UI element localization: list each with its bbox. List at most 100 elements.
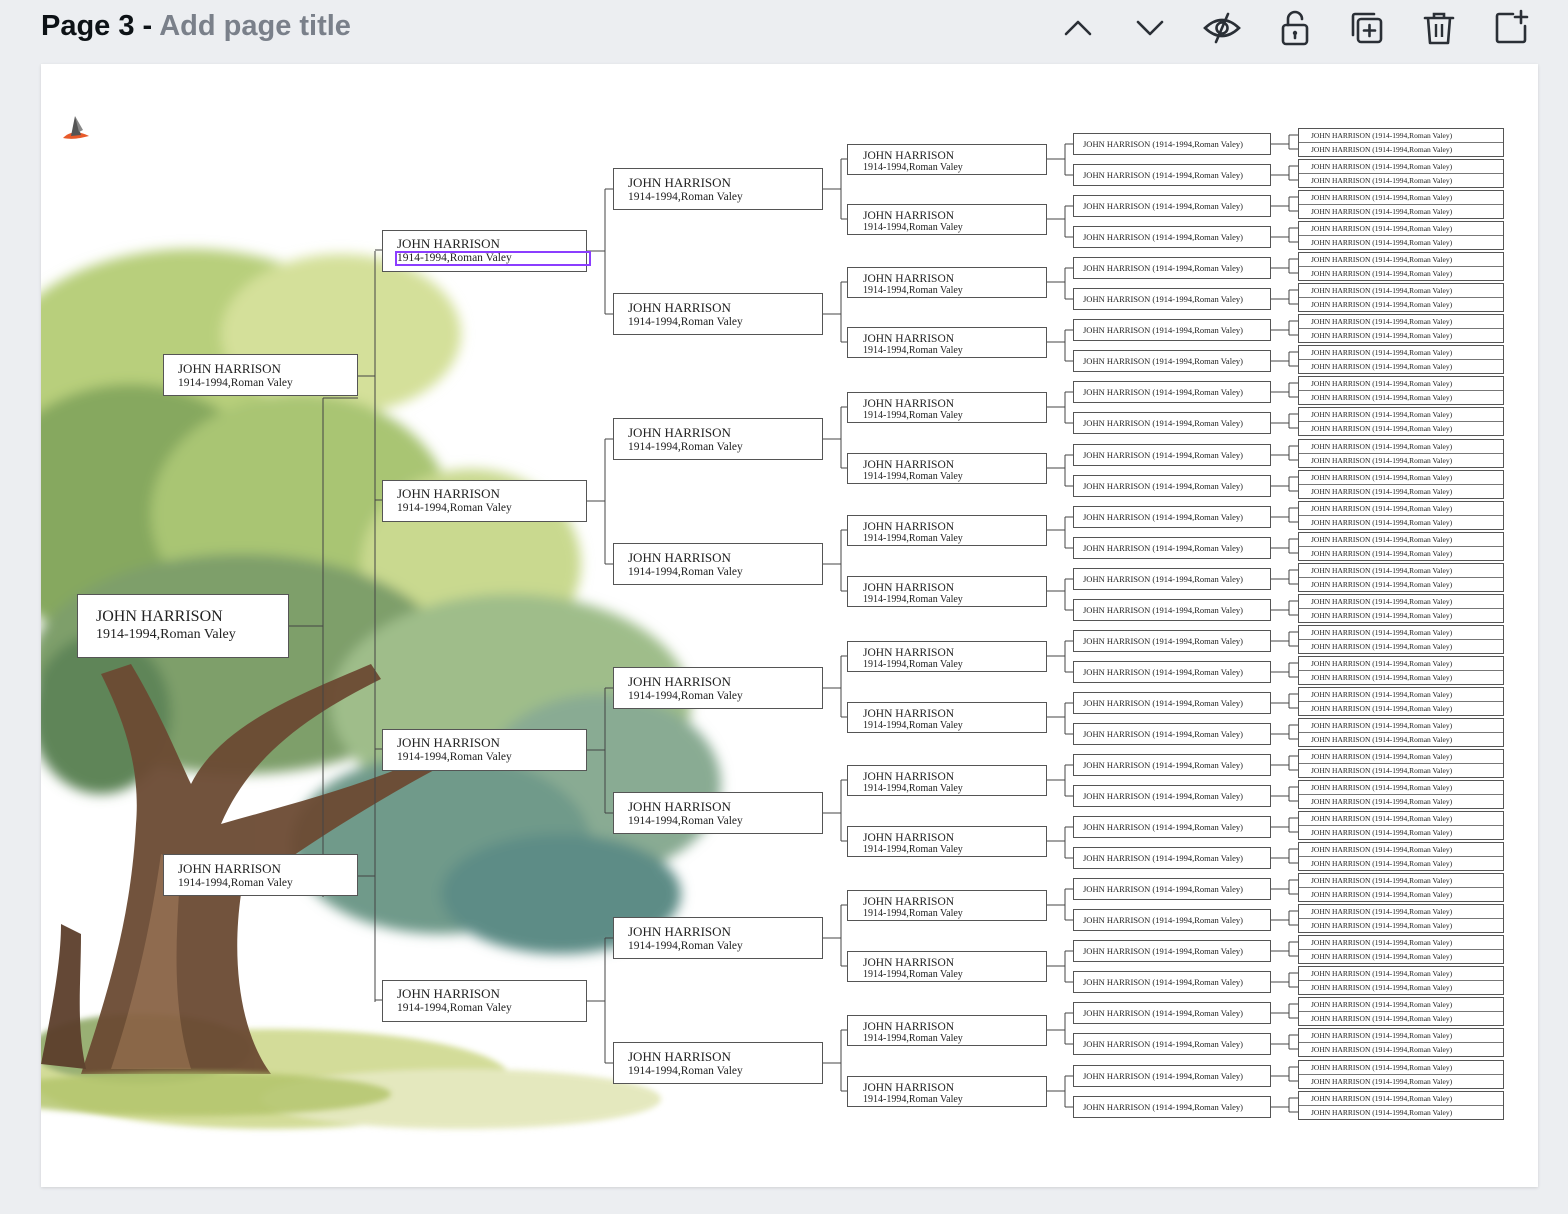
person-box[interactable]: JOHN HARRISON 1914-1994,Roman Valey [847,951,1047,982]
person-box[interactable]: JOHN HARRISON (1914-1994,Roman Valey) [1073,381,1271,403]
person-box[interactable]: JOHN HARRISON 1914-1994,Roman Valey [847,576,1047,607]
person-pair-box[interactable]: JOHN HARRISON (1914-1994,Roman Valey) JOH… [1298,376,1504,405]
person-box[interactable]: JOHN HARRISON (1914-1994,Roman Valey) [1073,1065,1271,1087]
person-pair-box[interactable]: JOHN HARRISON (1914-1994,Roman Valey) JOH… [1298,935,1504,964]
duplicate-page-button[interactable] [1347,8,1387,48]
person-box[interactable]: JOHN HARRISON (1914-1994,Roman Valey) [1073,630,1271,652]
person-box[interactable]: JOHN HARRISON (1914-1994,Roman Valey) [1073,971,1271,993]
person-box[interactable]: JOHN HARRISON 1914-1994,Roman Valey [77,594,289,658]
person-box[interactable]: JOHN HARRISON (1914-1994,Roman Valey) [1073,350,1271,372]
person-box[interactable]: JOHN HARRISON 1914-1994,Roman Valey [382,480,587,522]
person-pair-box[interactable]: JOHN HARRISON (1914-1994,Roman Valey) JOH… [1298,283,1504,312]
person-pair-box[interactable]: JOHN HARRISON (1914-1994,Roman Valey) JOH… [1298,501,1504,530]
person-pair-box[interactable]: JOHN HARRISON (1914-1994,Roman Valey) JOH… [1298,190,1504,219]
lock-page-button[interactable] [1275,8,1315,48]
person-pair-box[interactable]: JOHN HARRISON (1914-1994,Roman Valey) JOH… [1298,252,1504,281]
person-box[interactable]: JOHN HARRISON (1914-1994,Roman Valey) [1073,319,1271,341]
person-box[interactable]: JOHN HARRISON 1914-1994,Roman Valey [613,667,823,709]
person-pair-box[interactable]: JOHN HARRISON (1914-1994,Roman Valey) JOH… [1298,221,1504,250]
person-box[interactable]: JOHN HARRISON (1914-1994,Roman Valey) [1073,1096,1271,1118]
person-pair-box[interactable]: JOHN HARRISON (1914-1994,Roman Valey) JOH… [1298,563,1504,592]
person-box[interactable]: JOHN HARRISON 1914-1994,Roman Valey [613,917,823,959]
person-box[interactable]: JOHN HARRISON 1914-1994,Roman Valey [613,1042,823,1084]
person-box[interactable]: JOHN HARRISON 1914-1994,Roman Valey [613,168,823,210]
move-page-down-button[interactable] [1130,8,1170,48]
person-box[interactable]: JOHN HARRISON (1914-1994,Roman Valey) [1073,754,1271,776]
person-pair-box[interactable]: JOHN HARRISON (1914-1994,Roman Valey) JOH… [1298,345,1504,374]
person-pair-box[interactable]: JOHN HARRISON (1914-1994,Roman Valey) JOH… [1298,159,1504,188]
person-box[interactable]: JOHN HARRISON 1914-1994,Roman Valey [613,792,823,834]
person-pair-box[interactable]: JOHN HARRISON (1914-1994,Roman Valey) JOH… [1298,1060,1504,1089]
person-box[interactable]: JOHN HARRISON 1914-1994,Roman Valey [847,392,1047,423]
person-box[interactable]: JOHN HARRISON 1914-1994,Roman Valey [847,453,1047,484]
person-box[interactable]: JOHN HARRISON (1914-1994,Roman Valey) [1073,506,1271,528]
person-box[interactable]: JOHN HARRISON 1914-1994,Roman Valey [847,204,1047,235]
move-page-up-button[interactable] [1058,8,1098,48]
person-box[interactable]: JOHN HARRISON (1914-1994,Roman Valey) [1073,816,1271,838]
person-pair-box[interactable]: JOHN HARRISON (1914-1994,Roman Valey) JOH… [1298,904,1504,933]
person-pair-box[interactable]: JOHN HARRISON (1914-1994,Roman Valey) JOH… [1298,687,1504,716]
person-box[interactable]: JOHN HARRISON 1914-1994,Roman Valey [847,515,1047,546]
person-pair-box[interactable]: JOHN HARRISON (1914-1994,Roman Valey) JOH… [1298,811,1504,840]
person-box[interactable]: JOHN HARRISON (1914-1994,Roman Valey) [1073,475,1271,497]
person-pair-box[interactable]: JOHN HARRISON (1914-1994,Roman Valey) JOH… [1298,470,1504,499]
person-box[interactable]: JOHN HARRISON 1914-1994,Roman Valey [613,293,823,335]
person-pair-box[interactable]: JOHN HARRISON (1914-1994,Roman Valey) JOH… [1298,439,1504,468]
person-box[interactable]: JOHN HARRISON 1914-1994,Roman Valey [163,854,358,896]
person-pair-box[interactable]: JOHN HARRISON (1914-1994,Roman Valey) JOH… [1298,780,1504,809]
person-box[interactable]: JOHN HARRISON 1914-1994,Roman Valey [847,890,1047,921]
page-title-input[interactable]: Add page title [159,10,351,42]
person-box[interactable]: JOHN HARRISON 1914-1994,Roman Valey [613,543,823,585]
person-box[interactable]: JOHN HARRISON 1914-1994,Roman Valey [613,418,823,460]
hide-page-button[interactable] [1202,8,1242,48]
person-box[interactable]: JOHN HARRISON 1914-1994,Roman Valey [847,702,1047,733]
person-pair-box[interactable]: JOHN HARRISON (1914-1994,Roman Valey) JOH… [1298,1091,1504,1120]
person-box[interactable]: JOHN HARRISON 1914-1994,Roman Valey [847,1015,1047,1046]
delete-page-button[interactable] [1419,8,1459,48]
person-box[interactable]: JOHN HARRISON (1914-1994,Roman Valey) [1073,723,1271,745]
person-box[interactable]: JOHN HARRISON (1914-1994,Roman Valey) [1073,412,1271,434]
person-box[interactable]: JOHN HARRISON (1914-1994,Roman Valey) [1073,940,1271,962]
person-box[interactable]: JOHN HARRISON (1914-1994,Roman Valey) [1073,785,1271,807]
person-pair-box[interactable]: JOHN HARRISON (1914-1994,Roman Valey) JOH… [1298,128,1504,157]
person-box[interactable]: JOHN HARRISON (1914-1994,Roman Valey) [1073,133,1271,155]
person-box[interactable]: JOHN HARRISON 1914-1994,Roman Valey [847,641,1047,672]
person-box[interactable]: JOHN HARRISON (1914-1994,Roman Valey) [1073,692,1271,714]
person-box[interactable]: JOHN HARRISON (1914-1994,Roman Valey) [1073,257,1271,279]
person-box[interactable]: JOHN HARRISON 1914-1994,Roman Valey [382,980,587,1022]
add-page-button[interactable] [1491,8,1531,48]
person-box[interactable]: JOHN HARRISON (1914-1994,Roman Valey) [1073,288,1271,310]
person-box[interactable]: JOHN HARRISON (1914-1994,Roman Valey) [1073,878,1271,900]
person-pair-box[interactable]: JOHN HARRISON (1914-1994,Roman Valey) JOH… [1298,997,1504,1026]
person-box[interactable]: JOHN HARRISON 1914-1994,Roman Valey [847,1076,1047,1107]
person-box[interactable]: JOHN HARRISON (1914-1994,Roman Valey) [1073,444,1271,466]
person-box[interactable]: JOHN HARRISON (1914-1994,Roman Valey) [1073,537,1271,559]
person-box[interactable]: JOHN HARRISON 1914-1994,Roman Valey [847,327,1047,358]
person-pair-box[interactable]: JOHN HARRISON (1914-1994,Roman Valey) JOH… [1298,718,1504,747]
person-box[interactable]: JOHN HARRISON (1914-1994,Roman Valey) [1073,195,1271,217]
person-pair-box[interactable]: JOHN HARRISON (1914-1994,Roman Valey) JOH… [1298,594,1504,623]
person-pair-box[interactable]: JOHN HARRISON (1914-1994,Roman Valey) JOH… [1298,407,1504,436]
person-pair-box[interactable]: JOHN HARRISON (1914-1994,Roman Valey) JOH… [1298,625,1504,654]
person-box[interactable]: JOHN HARRISON (1914-1994,Roman Valey) [1073,226,1271,248]
person-pair-box[interactable]: JOHN HARRISON (1914-1994,Roman Valey) JOH… [1298,1028,1504,1057]
person-pair-box[interactable]: JOHN HARRISON (1914-1994,Roman Valey) JOH… [1298,532,1504,561]
person-box[interactable]: JOHN HARRISON (1914-1994,Roman Valey) [1073,847,1271,869]
person-box[interactable]: JOHN HARRISON (1914-1994,Roman Valey) [1073,661,1271,683]
person-pair-box[interactable]: JOHN HARRISON (1914-1994,Roman Valey) JOH… [1298,749,1504,778]
person-box[interactable]: JOHN HARRISON 1914-1994,Roman Valey [847,765,1047,796]
person-box[interactable]: JOHN HARRISON 1914-1994,Roman Valey [163,354,358,396]
person-box[interactable]: JOHN HARRISON (1914-1994,Roman Valey) [1073,909,1271,931]
person-box[interactable]: JOHN HARRISON (1914-1994,Roman Valey) [1073,568,1271,590]
person-box[interactable]: JOHN HARRISON 1914-1994,Roman Valey [847,826,1047,857]
person-box[interactable]: JOHN HARRISON 1914-1994,Roman Valey [382,729,587,771]
person-pair-box[interactable]: JOHN HARRISON (1914-1994,Roman Valey) JOH… [1298,314,1504,343]
design-canvas[interactable]: JOHN HARRISON 1914-1994,Roman Valey JOHN H… [41,64,1538,1187]
person-pair-box[interactable]: JOHN HARRISON (1914-1994,Roman Valey) JOH… [1298,842,1504,871]
person-box[interactable]: JOHN HARRISON (1914-1994,Roman Valey) [1073,599,1271,621]
person-pair-box[interactable]: JOHN HARRISON (1914-1994,Roman Valey) JOH… [1298,656,1504,685]
person-box[interactable]: JOHN HARRISON 1914-1994,Roman Valey [847,267,1047,298]
person-box[interactable]: JOHN HARRISON 1914-1994,Roman Valey [847,144,1047,175]
person-box[interactable]: JOHN HARRISON (1914-1994,Roman Valey) [1073,1002,1271,1024]
person-pair-box[interactable]: JOHN HARRISON (1914-1994,Roman Valey) JOH… [1298,873,1504,902]
